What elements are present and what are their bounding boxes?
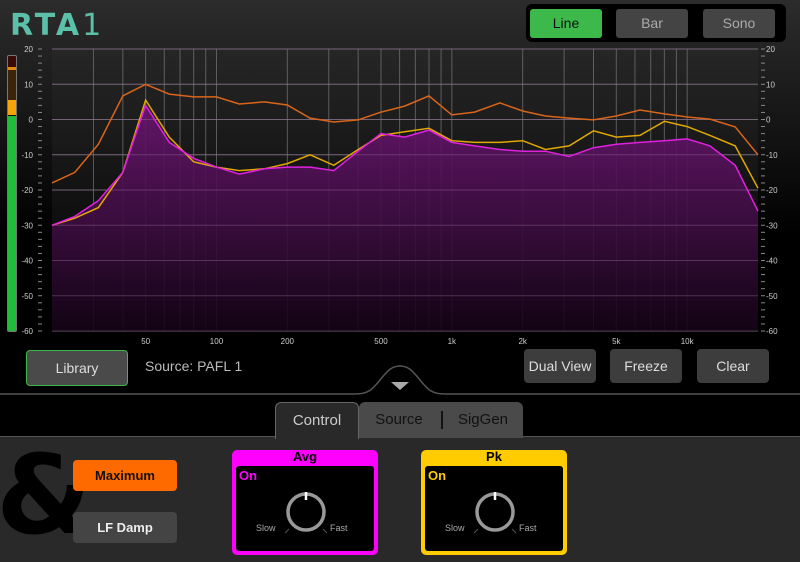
avg-slow-label: Slow (256, 523, 276, 533)
avg-control: Avg On Slow Fast (232, 450, 378, 555)
y-tick-label-left: -30 (21, 221, 33, 230)
pk-slow-label: Slow (445, 523, 465, 533)
x-tick-label: 5k (612, 337, 621, 346)
y-tick-label-right: 0 (766, 116, 771, 125)
y-tick-label-left: 10 (24, 80, 33, 89)
mode-line-button[interactable]: Line (530, 9, 602, 38)
y-tick-label-left: 0 (29, 116, 34, 125)
y-tick-label-right: -20 (766, 186, 778, 195)
x-tick-label: 50 (141, 337, 150, 346)
avg-fast-label: Fast (330, 523, 348, 533)
y-tick-label-left: -50 (21, 292, 33, 301)
rta-chart: 20 2010 100 0-10 -10-20 -20-30 -30-40 -40-50 -50… (21, 45, 778, 346)
y-tick-label-right: 10 (766, 80, 775, 89)
app-title: RTA (10, 8, 83, 43)
app-title-number: 1 (82, 8, 105, 43)
pk-knob[interactable] (469, 486, 521, 538)
avg-title: Avg (292, 449, 318, 464)
mode-sono-button[interactable]: Sono (703, 9, 775, 38)
y-tick-label-right: -60 (766, 327, 778, 336)
x-tick-label: 200 (281, 337, 295, 346)
maximum-button[interactable]: Maximum (73, 460, 177, 491)
y-tick-label-left: -60 (21, 327, 33, 336)
y-tick-label-left: 20 (24, 45, 33, 54)
pk-fast-label: Fast (519, 523, 537, 533)
y-tick-label-right: 20 (766, 45, 775, 54)
x-tick-label: 100 (210, 337, 224, 346)
x-tick-label: 10k (681, 337, 695, 346)
y-tick-label-left: -10 (21, 151, 33, 160)
y-tick-label-right: -50 (766, 292, 778, 301)
app-logo: RTA1 (10, 8, 104, 43)
pk-title: Pk (486, 449, 502, 464)
avg-on-toggle[interactable]: On (239, 468, 257, 483)
chevron-down-icon[interactable] (391, 382, 409, 390)
y-tick-label-left: -20 (21, 186, 33, 195)
tab-siggen[interactable]: SigGen (443, 402, 523, 438)
y-tick-label-right: -30 (766, 221, 778, 230)
mode-bar-button[interactable]: Bar (616, 9, 688, 38)
view-mode-selector: Line Bar Sono (526, 4, 786, 42)
panel-tabs: Control Source SigGen (275, 402, 523, 439)
panel-collapse-handle[interactable] (0, 360, 800, 400)
lf-damp-button[interactable]: LF Damp (73, 512, 177, 543)
pk-control: Pk On Slow Fast (421, 450, 567, 555)
x-tick-label: 2k (518, 337, 527, 346)
tab-control[interactable]: Control (275, 402, 359, 439)
pk-on-toggle[interactable]: On (428, 468, 446, 483)
y-tick-label-left: -40 (21, 257, 33, 266)
y-tick-label-right: -10 (766, 151, 778, 160)
x-tick-label: 500 (374, 337, 388, 346)
avg-knob[interactable] (280, 486, 332, 538)
y-tick-label-right: -40 (766, 257, 778, 266)
tab-source[interactable]: Source (359, 402, 439, 438)
x-tick-label: 1k (448, 337, 457, 346)
control-panel (0, 436, 800, 562)
